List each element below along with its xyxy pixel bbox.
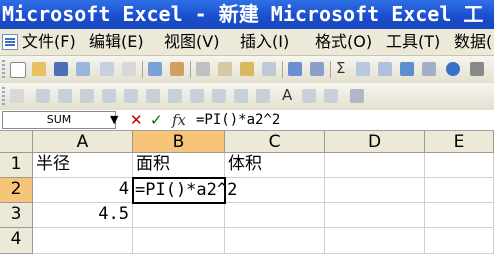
cell-a2[interactable]: 4 [33,178,133,203]
form-option-icon[interactable] [58,89,72,103]
name-box[interactable]: SUM [2,111,116,129]
copy-icon[interactable] [218,62,232,76]
print-preview-icon[interactable] [122,62,136,76]
drawing-icon[interactable] [422,62,436,76]
toolbar-separator [190,61,191,78]
menu-view[interactable]: 视图(V) [164,32,219,52]
column-header-e[interactable]: E [425,131,494,153]
sort-ascending-icon[interactable] [356,62,370,76]
menu-file[interactable]: 文件(F) [22,32,76,52]
workbook-icon[interactable] [2,34,18,50]
toolbar-grip[interactable] [2,60,5,79]
window-title: Microsoft Excel - 新建 Microsoft Excel 工 [2,2,484,26]
enter-icon[interactable]: ✓ [150,110,163,130]
form-label-icon[interactable] [212,89,226,103]
permission-icon[interactable] [76,62,90,76]
cell-a4[interactable] [33,228,133,254]
form-properties-icon[interactable] [256,89,270,103]
cell-c4[interactable] [225,228,325,254]
style-icon[interactable] [10,89,24,103]
column-header-d[interactable]: D [325,131,425,153]
cut-icon[interactable] [196,62,210,76]
chart-wizard-icon[interactable] [400,62,414,76]
cell-e3[interactable] [425,203,494,228]
toolbar-grip[interactable] [2,87,5,106]
menu-insert[interactable]: 插入(I) [240,32,289,52]
row-header-3[interactable]: 3 [0,203,33,228]
form-tools-icon[interactable] [350,89,364,103]
paste-icon[interactable] [240,62,254,76]
research-icon[interactable] [170,62,184,76]
cell-e2[interactable] [425,178,494,203]
cell-d1[interactable] [325,153,425,178]
cell-b3[interactable] [133,203,225,228]
formula-bar: SUM ▼ ✕ ✓ fx =PI()*a2^2 [0,110,494,131]
autosum-icon[interactable]: Σ [336,59,345,77]
form-scroll-icon[interactable] [168,89,182,103]
row-header-4[interactable]: 4 [0,228,33,254]
cell-a1[interactable]: 半径 [33,153,133,178]
cell-b1[interactable]: 面积 [133,153,225,178]
column-header-c[interactable]: C [225,131,325,153]
toolbar-separator [330,61,331,78]
cell-c2[interactable] [225,178,325,203]
cell-a3[interactable]: 4.5 [33,203,133,228]
select-all-button[interactable] [0,131,33,153]
font-icon[interactable]: A [282,86,292,104]
form-edit-icon[interactable] [234,89,248,103]
toolbar-separator [142,61,143,78]
standard-toolbar: Σ [0,56,494,84]
format-painter-icon[interactable] [262,62,276,76]
new-icon[interactable] [10,62,26,78]
form-checkbox-icon[interactable] [36,89,50,103]
open-icon[interactable] [32,62,46,76]
menu-format[interactable]: 格式(O) [315,32,372,52]
cell-c3[interactable] [225,203,325,228]
form-toggle-icon[interactable] [324,89,338,103]
column-header-b[interactable]: B [133,131,225,153]
sort-descending-icon[interactable] [378,62,392,76]
cell-d2[interactable] [325,178,425,203]
help-icon[interactable] [446,62,460,76]
redo-icon[interactable] [310,62,324,76]
row-header-2[interactable]: 2 [0,178,33,203]
print-icon[interactable] [100,62,114,76]
row-header-1[interactable]: 1 [0,153,33,178]
formula-input[interactable]: =PI()*a2^2 [196,110,280,130]
title-bar: Microsoft Excel - 新建 Microsoft Excel 工 [0,0,494,29]
toolbar-options-icon[interactable] [470,62,484,76]
cell-b2-editing[interactable]: =PI()*a2^2 [132,177,237,204]
cell-c1[interactable]: 体积 [225,153,325,178]
undo-icon[interactable] [288,62,302,76]
column-header-a[interactable]: A [33,131,133,153]
cancel-icon[interactable]: ✕ [130,110,143,130]
cell-e1[interactable] [425,153,494,178]
menu-tools[interactable]: 工具(T) [386,32,440,52]
cell-d4[interactable] [325,228,425,254]
menu-bar: 文件(F) 编辑(E) 视图(V) 插入(I) 格式(O) 工具(T) 数据( [0,29,494,56]
spelling-icon[interactable] [148,62,162,76]
cell-e4[interactable] [425,228,494,254]
form-group-icon[interactable] [80,89,94,103]
insert-function-icon[interactable]: fx [172,110,186,130]
form-spinner-icon[interactable] [190,89,204,103]
cell-d3[interactable] [325,203,425,228]
menu-edit[interactable]: 编辑(E) [89,32,144,52]
form-button-icon[interactable] [102,89,116,103]
menu-data[interactable]: 数据( [454,32,492,52]
form-combo-icon[interactable] [146,89,160,103]
formatting-toolbar: A [0,83,494,111]
name-box-dropdown-icon[interactable]: ▼ [110,113,118,126]
toolbar-separator [282,61,283,78]
form-list-icon[interactable] [124,89,138,103]
save-icon[interactable] [54,62,68,76]
form-grid-icon[interactable] [302,89,316,103]
cell-b4[interactable] [133,228,225,254]
